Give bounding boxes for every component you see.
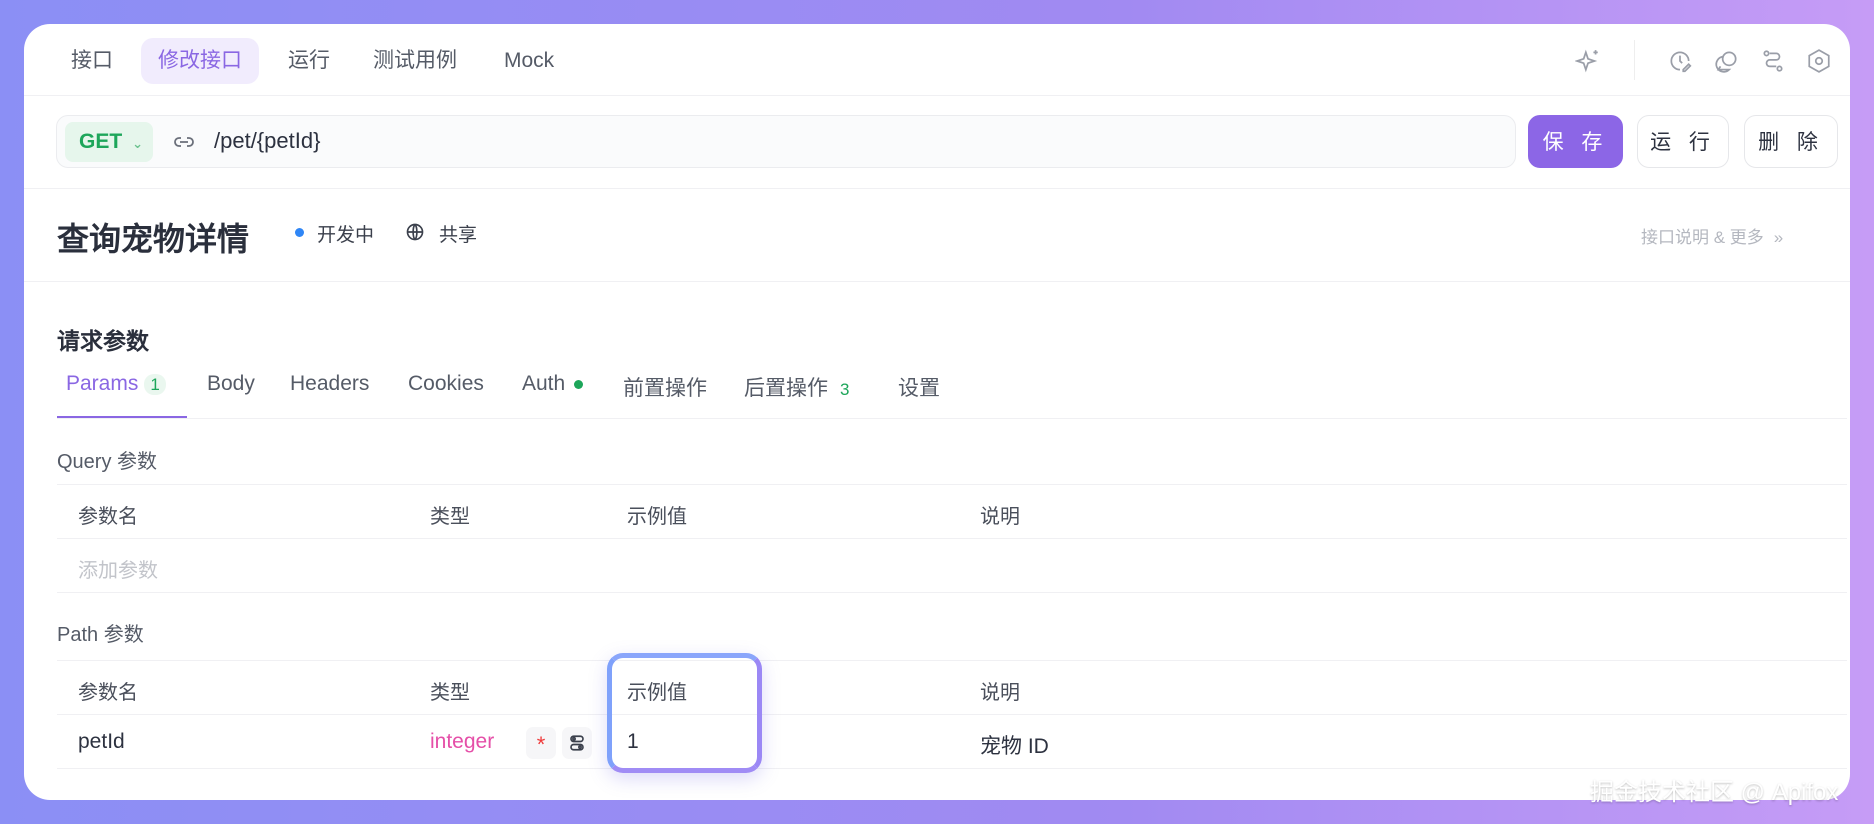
watermark: 掘金技术社区 @ Apifox: [1590, 779, 1839, 806]
tab-params[interactable]: Params 1: [66, 372, 166, 396]
tab-run[interactable]: 运行: [271, 38, 347, 84]
link-icon[interactable]: [172, 130, 196, 154]
method-label: GET: [79, 130, 123, 153]
column-header-description: 说明: [980, 682, 1020, 704]
comment-icon[interactable]: [1714, 48, 1740, 74]
tab-label: 后置操作: [744, 377, 828, 400]
run-button[interactable]: 运 行: [1637, 115, 1729, 168]
more-info-link[interactable]: 接口说明 & 更多 »: [1641, 223, 1783, 248]
params-count-badge: 1: [144, 374, 166, 395]
delete-button[interactable]: 删 除: [1744, 115, 1838, 168]
chevron-down-icon: ⌄: [132, 136, 144, 151]
section-title: 请求参数: [57, 328, 149, 354]
top-nav: 接口 修改接口 运行 测试用例 Mock: [24, 24, 1850, 96]
param-name[interactable]: petId: [78, 730, 125, 754]
status-badge[interactable]: 开发中: [317, 220, 374, 247]
tab-label: Auth: [522, 372, 566, 395]
tab-pre-operations[interactable]: 前置操作: [623, 372, 707, 402]
share-toggle[interactable]: 共享: [439, 220, 477, 247]
divider: [24, 281, 1850, 282]
tab-edit-api[interactable]: 修改接口: [141, 38, 259, 84]
column-header-example: 示例值: [627, 506, 687, 528]
chevrons-down-icon: »: [1773, 228, 1784, 247]
tab-api[interactable]: 接口: [54, 38, 130, 84]
divider: [57, 660, 1847, 661]
query-params-label: Query 参数: [57, 451, 158, 473]
param-description[interactable]: 宠物 ID: [980, 730, 1049, 760]
history-edit-icon[interactable]: [1667, 48, 1693, 74]
required-toggle[interactable]: *: [526, 727, 556, 759]
tab-test-cases[interactable]: 测试用例: [356, 38, 474, 84]
ai-sparkle-icon[interactable]: [1575, 48, 1601, 74]
param-settings-button[interactable]: [562, 727, 592, 759]
status-dot-icon: [295, 228, 304, 237]
url-input[interactable]: /pet/{petId}: [214, 128, 320, 154]
divider: [1634, 40, 1635, 80]
save-button[interactable]: 保 存: [1528, 115, 1623, 168]
page-title[interactable]: 查询宠物详情: [57, 214, 249, 260]
api-editor-card: 接口 修改接口 运行 测试用例 Mock GET ⌄ /pet/{petId} 保…: [24, 24, 1850, 800]
column-header-type: 类型: [430, 506, 470, 528]
column-header-description: 说明: [980, 506, 1020, 528]
flow-icon[interactable]: [1760, 48, 1786, 74]
divider: [57, 484, 1847, 485]
url-bar: GET ⌄ /pet/{petId}: [56, 115, 1516, 168]
path-params-label: Path 参数: [57, 624, 144, 646]
divider: [57, 538, 1847, 539]
tab-label: Params: [66, 372, 139, 395]
tab-post-operations[interactable]: 后置操作 3: [744, 372, 855, 402]
divider: [57, 768, 1847, 769]
globe-icon: [406, 223, 424, 241]
param-type[interactable]: integer: [430, 730, 494, 754]
method-select[interactable]: GET ⌄: [65, 122, 153, 162]
tab-mock[interactable]: Mock: [487, 38, 571, 84]
column-header-name: 参数名: [78, 506, 138, 528]
example-column-highlight: [607, 653, 762, 773]
tab-cookies[interactable]: Cookies: [408, 372, 484, 396]
auth-status-dot-icon: [574, 379, 584, 389]
column-header-name: 参数名: [78, 682, 138, 704]
add-query-param-input[interactable]: 添加参数: [78, 554, 158, 583]
divider: [57, 418, 1847, 419]
tab-headers[interactable]: Headers: [290, 372, 369, 396]
column-header-type: 类型: [430, 682, 470, 704]
settings-icon[interactable]: [1806, 48, 1832, 74]
divider: [57, 592, 1847, 593]
tab-auth[interactable]: Auth: [522, 372, 584, 396]
more-info-label: 接口说明 & 更多: [1641, 228, 1764, 247]
post-ops-count-badge: 3: [840, 380, 850, 399]
tab-body[interactable]: Body: [207, 372, 255, 396]
tab-settings[interactable]: 设置: [898, 372, 940, 402]
divider: [57, 714, 1847, 715]
divider: [24, 188, 1850, 189]
toggle-settings-icon: [570, 735, 584, 751]
